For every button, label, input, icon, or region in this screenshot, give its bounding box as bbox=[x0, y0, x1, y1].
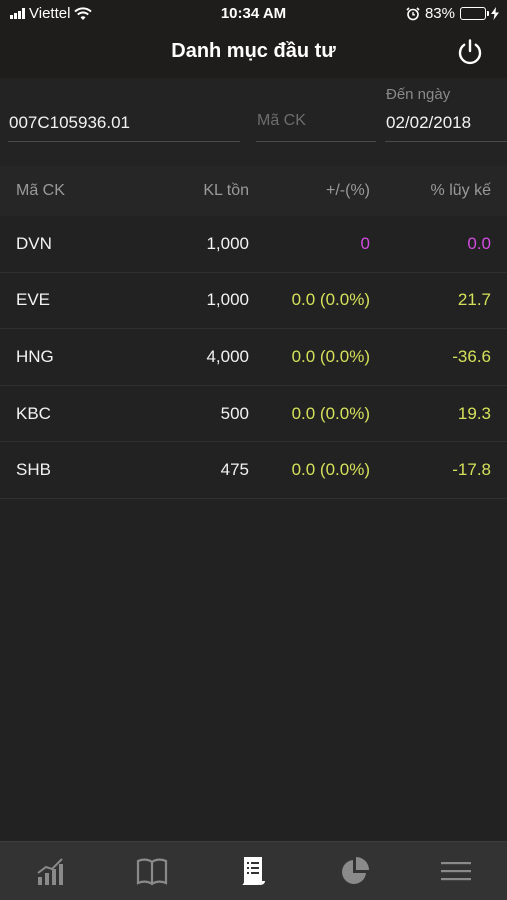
bottom-tab-bar bbox=[0, 841, 507, 900]
column-header-cumulative: % lũy kế bbox=[430, 182, 491, 199]
volume-cell: 1,000 bbox=[206, 233, 249, 253]
cumulative-cell: -17.8 bbox=[452, 460, 491, 480]
date-field[interactable]: Đến ngày 02/02/2018 bbox=[385, 86, 507, 142]
book-icon bbox=[137, 858, 168, 886]
column-header-change: +/-(%) bbox=[326, 182, 370, 199]
page-title: Danh mục đầu tư bbox=[171, 40, 336, 62]
market-chart-icon bbox=[37, 858, 63, 885]
symbol-field[interactable]: Mã CK bbox=[256, 98, 376, 142]
battery-percent: 83% bbox=[424, 5, 455, 22]
filter-bar: 007C105936.01 Mã CK Đến ngày 02/02/2018 bbox=[0, 78, 507, 166]
account-field[interactable]: 007C105936.01 bbox=[8, 98, 240, 142]
status-bar: Viettel 10:34 AM 83% bbox=[0, 0, 507, 28]
change-cell: 0.0 (0.0%) bbox=[291, 460, 370, 480]
change-cell: 0 bbox=[360, 233, 370, 253]
cumulative-cell: -36.6 bbox=[452, 346, 491, 366]
tab-portfolio[interactable] bbox=[203, 842, 304, 900]
status-right: 83% bbox=[406, 5, 499, 22]
cumulative-cell: 21.7 bbox=[457, 290, 491, 310]
volume-cell: 500 bbox=[220, 403, 249, 423]
tab-market[interactable] bbox=[0, 842, 101, 900]
alarm-icon bbox=[406, 6, 420, 20]
power-icon[interactable] bbox=[455, 37, 485, 67]
cumulative-cell: 19.3 bbox=[457, 403, 491, 423]
symbol-placeholder: Mã CK bbox=[257, 112, 306, 129]
table-row[interactable]: SHB 475 0.0 (0.0%) -17.8 bbox=[0, 442, 507, 499]
change-cell: 0.0 (0.0%) bbox=[291, 346, 370, 366]
table-row[interactable]: KBC 500 0.0 (0.0%) 19.3 bbox=[0, 386, 507, 443]
symbol-cell: SHB bbox=[16, 460, 51, 480]
date-label: Đến ngày bbox=[386, 86, 451, 103]
table-header: Mã CK KL tồn +/-(%) % lũy kế bbox=[0, 166, 507, 216]
pie-chart-icon bbox=[341, 857, 369, 884]
battery-icon bbox=[460, 7, 489, 20]
column-header-volume: KL tồn bbox=[203, 182, 249, 199]
volume-cell: 4,000 bbox=[206, 346, 249, 366]
account-value: 007C105936.01 bbox=[9, 113, 131, 132]
tab-allocation[interactable] bbox=[304, 842, 405, 900]
table-row[interactable]: HNG 4,000 0.0 (0.0%) -36.6 bbox=[0, 329, 507, 386]
symbol-cell: KBC bbox=[16, 403, 51, 423]
cumulative-cell: 0.0 bbox=[467, 233, 491, 253]
change-cell: 0.0 (0.0%) bbox=[291, 403, 370, 423]
column-header-symbol: Mã CK bbox=[16, 182, 65, 199]
menu-icon bbox=[441, 862, 472, 881]
symbol-cell: DVN bbox=[16, 233, 52, 253]
symbol-cell: EVE bbox=[16, 290, 51, 310]
tab-book[interactable] bbox=[101, 842, 202, 900]
charging-bolt-icon bbox=[491, 7, 499, 20]
symbol-cell: HNG bbox=[16, 346, 54, 366]
volume-cell: 475 bbox=[220, 460, 249, 480]
nav-header: Danh mục đầu tư bbox=[0, 28, 507, 78]
change-cell: 0.0 (0.0%) bbox=[291, 290, 370, 310]
volume-cell: 1,000 bbox=[206, 290, 249, 310]
portfolio-table: DVN 1,000 0 0.0 EVE 1,000 0.0 (0.0%) 21.… bbox=[0, 216, 507, 499]
order-list-icon bbox=[241, 857, 265, 885]
table-row[interactable]: EVE 1,000 0.0 (0.0%) 21.7 bbox=[0, 273, 507, 330]
date-value: 02/02/2018 bbox=[386, 113, 472, 132]
table-row[interactable]: DVN 1,000 0 0.0 bbox=[0, 216, 507, 273]
tab-menu[interactable] bbox=[406, 842, 507, 900]
